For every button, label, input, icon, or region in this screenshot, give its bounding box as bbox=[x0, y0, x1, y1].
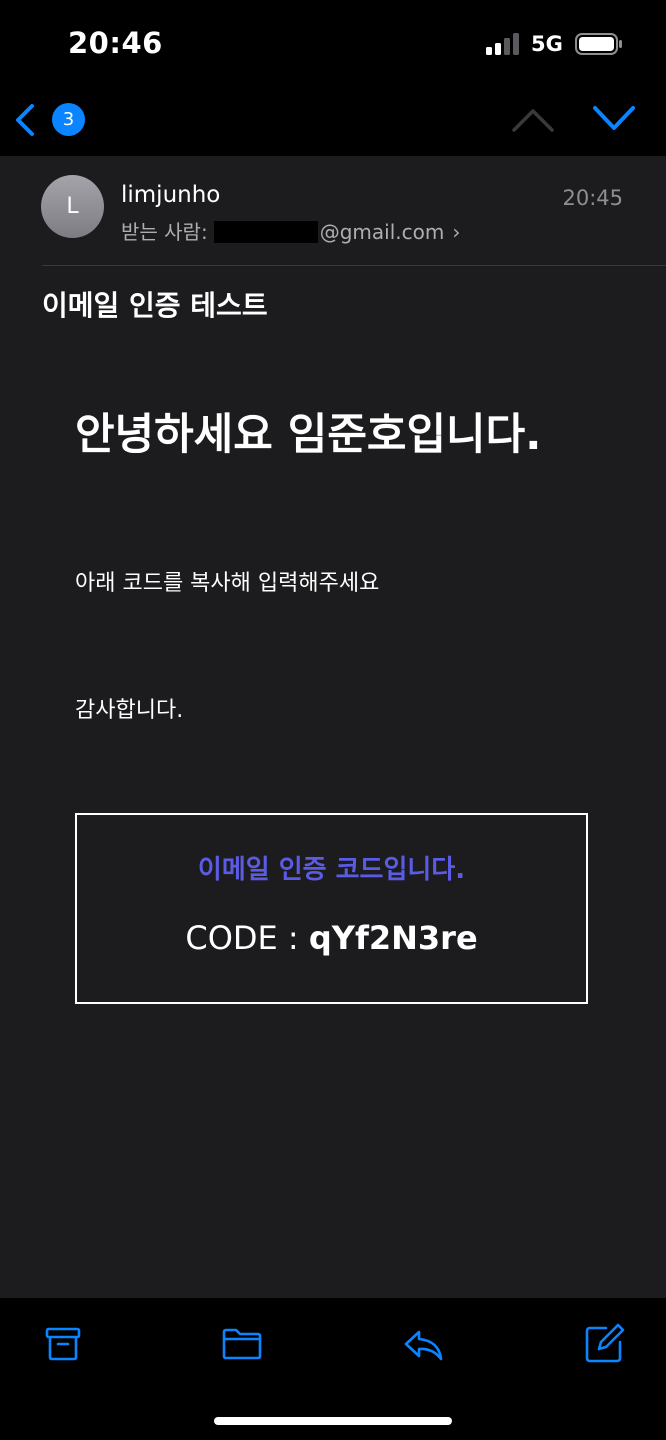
status-bar: 20:46 5G bbox=[0, 0, 666, 90]
code-box-title: 이메일 인증 코드입니다. bbox=[197, 855, 466, 885]
recipient-row[interactable]: 받는 사람: @gmail.com › bbox=[121, 216, 460, 245]
nav-bar: 3 bbox=[0, 90, 666, 156]
network-label: 5G bbox=[531, 32, 563, 56]
redacted-address bbox=[213, 221, 318, 243]
sender-name[interactable]: limjunho bbox=[121, 182, 220, 208]
status-time: 20:46 bbox=[68, 26, 163, 60]
unread-badge[interactable]: 3 bbox=[52, 103, 85, 136]
signal-icon bbox=[486, 33, 519, 55]
chevron-up-icon[interactable] bbox=[510, 104, 556, 134]
instruction-text: 아래 코드를 복사해 입력해주세요 bbox=[75, 571, 380, 596]
avatar[interactable]: L bbox=[41, 175, 104, 238]
email-subject: 이메일 인증 테스트 bbox=[42, 289, 268, 322]
verification-code-box: 이메일 인증 코드입니다. CODE : qYf2N3re bbox=[75, 813, 588, 1004]
chevron-right-icon: › bbox=[452, 220, 461, 244]
reply-icon[interactable] bbox=[401, 1322, 445, 1366]
chevron-down-icon[interactable] bbox=[591, 102, 637, 134]
home-indicator[interactable] bbox=[214, 1417, 452, 1425]
thanks-text: 감사합니다. bbox=[75, 698, 184, 723]
received-time: 20:45 bbox=[562, 186, 623, 210]
header-divider bbox=[42, 265, 666, 266]
code-value[interactable]: qYf2N3re bbox=[309, 919, 478, 957]
chevron-left-icon[interactable] bbox=[12, 102, 42, 138]
folder-icon[interactable] bbox=[220, 1322, 264, 1366]
recipient-domain: @gmail.com bbox=[319, 220, 445, 244]
recipient-label: 받는 사람: bbox=[121, 220, 208, 244]
compose-icon[interactable] bbox=[582, 1322, 626, 1366]
battery-icon bbox=[575, 33, 622, 55]
code-label: CODE : bbox=[185, 919, 309, 957]
email-header: L limjunho 받는 사람: @gmail.com › 20:45 bbox=[0, 156, 666, 266]
archive-icon[interactable] bbox=[41, 1322, 85, 1366]
code-row: CODE : qYf2N3re bbox=[77, 919, 586, 957]
greeting-heading: 안녕하세요 임준호입니다. bbox=[75, 410, 542, 460]
